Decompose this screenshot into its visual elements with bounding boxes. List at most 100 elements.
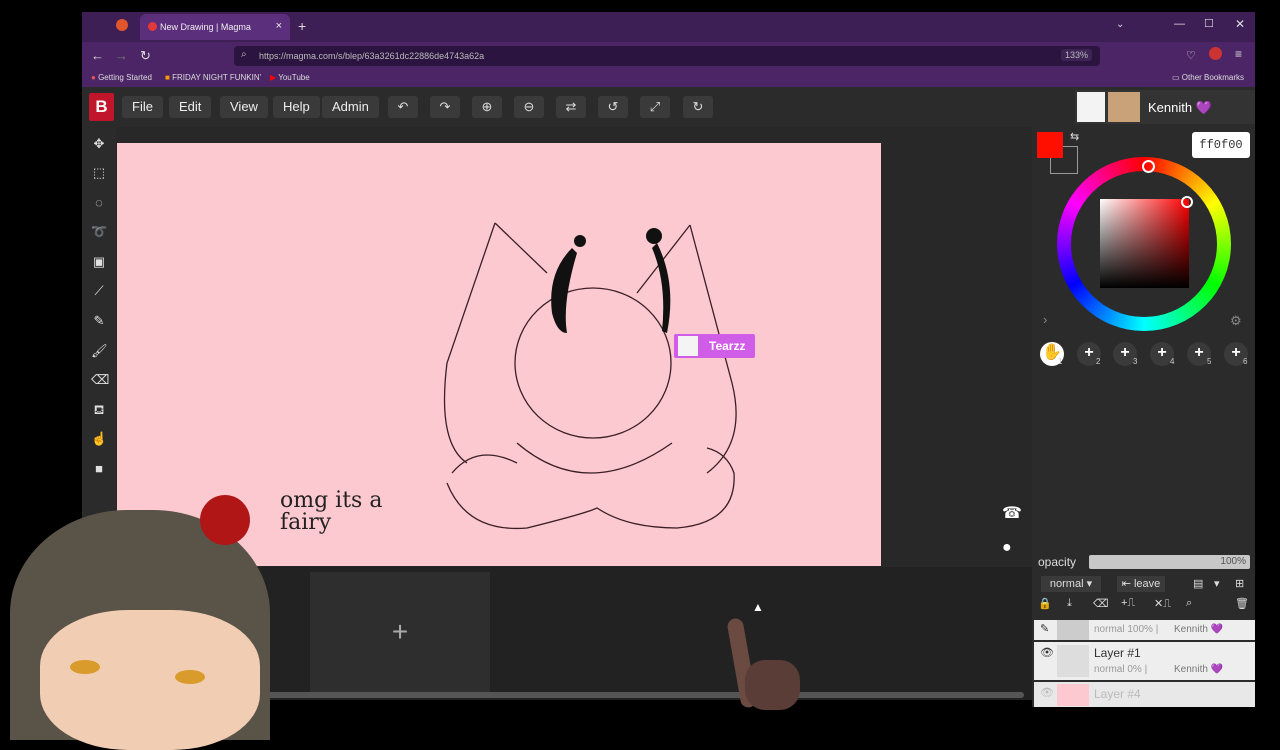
address-bar[interactable]: ⌕ https://magma.com/s/blep/63a3261dc2288… — [234, 46, 1100, 66]
merge-down-icon[interactable]: ⤓ — [1067, 597, 1072, 610]
layer-meta: normal 0% | — [1094, 664, 1148, 675]
fullscreen-icon[interactable]: ⤢ — [640, 96, 670, 118]
add-canvas-button[interactable]: + — [310, 572, 490, 692]
move-tool-icon[interactable]: ✥ — [91, 136, 107, 152]
rotate-reset-icon[interactable]: ↺ — [598, 96, 628, 118]
eye-icon[interactable]: 👁 — [1040, 646, 1054, 659]
menu-file[interactable]: File — [122, 96, 163, 118]
menu-admin[interactable]: Admin — [322, 96, 379, 118]
layer-thumbnail — [1057, 684, 1089, 706]
fnf-icon: ■ — [165, 73, 170, 82]
bookmark-getting-started[interactable]: ● Getting Started — [91, 73, 152, 82]
hand-overlay — [745, 660, 800, 710]
layer-thumbnail — [1057, 620, 1089, 640]
menu-view[interactable]: View — [220, 96, 268, 118]
layer-row[interactable]: 👁 Layer #4 — [1034, 682, 1255, 707]
zoom-badge[interactable]: 133% — [1060, 49, 1092, 61]
rotate-icon[interactable]: ↻ — [683, 96, 713, 118]
eraser-icon[interactable]: ⌫ — [91, 372, 109, 388]
hue-handle[interactable] — [1142, 160, 1155, 173]
layer-row-active[interactable]: ✎ normal 100% | Kennith 💜 — [1034, 620, 1255, 640]
select-rect-icon[interactable]: ⬚ — [91, 165, 107, 181]
layer-row[interactable]: 👁 Layer #1 normal 0% | Kennith 💜 — [1034, 642, 1255, 680]
layer-owner: Kennith 💜 — [1174, 664, 1224, 675]
zoom-out-icon[interactable]: ⊖ — [514, 96, 544, 118]
flip-icon[interactable]: ⇄ — [556, 96, 586, 118]
maximize-icon[interactable]: ☐ — [1204, 17, 1214, 30]
trash-icon[interactable]: 🗑 — [1235, 597, 1249, 610]
pocket-icon[interactable]: ♡ — [1186, 49, 1196, 62]
back-icon[interactable]: ← — [91, 48, 104, 63]
settings-gear-icon[interactable]: ⚙ — [1230, 313, 1242, 329]
close-window-icon[interactable]: ✕ — [1235, 17, 1245, 31]
collaborator-name: Tearzz — [709, 339, 746, 353]
lasso-icon[interactable]: ➰ — [91, 224, 107, 240]
brush-icon[interactable]: 🖌 — [91, 343, 108, 359]
voice-call-icon[interactable]: ☎ — [1002, 503, 1022, 523]
layer-thumbnail — [1057, 645, 1089, 677]
eyedropper-icon[interactable]: ⟋ — [91, 283, 107, 299]
account-icon[interactable] — [1209, 47, 1222, 60]
bookmark-fnf[interactable]: ■ FRIDAY NIGHT FUNKIN' — [165, 73, 261, 82]
expand-chevron-icon[interactable]: › — [1043, 312, 1047, 327]
lock-icon[interactable]: 🔒 — [1038, 597, 1052, 610]
saturation-square[interactable] — [1100, 199, 1189, 288]
search-icon: ⌕ — [241, 49, 247, 60]
color-hex-input[interactable]: ff0f00 — [1192, 132, 1250, 158]
firefox-icon: ● — [91, 73, 96, 82]
blend-mode-select[interactable]: normal ▾ — [1041, 576, 1101, 592]
primary-color-swatch[interactable] — [1037, 132, 1063, 158]
saturation-handle[interactable] — [1181, 196, 1193, 208]
layer-menu-icon[interactable]: ▾ — [1214, 577, 1220, 590]
swap-colors-icon[interactable]: ⇆ — [1070, 130, 1079, 143]
forward-icon[interactable]: → — [115, 48, 128, 63]
layer-meta: normal 100% | — [1094, 624, 1159, 635]
user-name[interactable]: Kennith 💜 — [1148, 100, 1212, 116]
opacity-slider[interactable]: 100% — [1089, 555, 1250, 569]
eye-icon[interactable]: 👁 — [1040, 686, 1054, 699]
collaborator-cursor: Tearzz — [674, 334, 755, 358]
zoom-in-icon[interactable]: ⊕ — [472, 96, 502, 118]
layer-name: Layer #4 — [1094, 687, 1141, 701]
tab-list-chevron-icon[interactable]: ⌄ — [1116, 19, 1124, 30]
pencil-icon: ✎ — [1040, 623, 1050, 635]
transform-icon[interactable]: ▣ — [91, 254, 107, 270]
menu-edit[interactable]: Edit — [169, 96, 212, 118]
opacity-value: 100% — [1220, 556, 1246, 567]
undo-icon[interactable]: ↶ — [388, 96, 418, 118]
menu-help[interactable]: Help — [273, 96, 320, 118]
layer-name: Layer #1 — [1094, 646, 1141, 660]
minimize-icon[interactable]: — — [1174, 18, 1185, 30]
magma-logo[interactable]: B — [89, 93, 114, 121]
add-layer-icon[interactable]: ⊞ — [1235, 577, 1244, 590]
hamburger-menu-icon[interactable]: ≡ — [1235, 47, 1242, 61]
canvas-handwriting: omg its a fairy — [280, 488, 383, 535]
layer-duplicate-icon[interactable]: ▤ — [1193, 577, 1203, 590]
avatar-eye — [70, 660, 100, 674]
avatar-eye — [175, 670, 205, 684]
youtube-icon: ▶ — [270, 73, 277, 82]
url-text: https://magma.com/s/blep/63a3261dc22886d… — [259, 51, 485, 61]
reload-icon[interactable]: ↻ — [140, 48, 151, 64]
brush-number: 5 — [1207, 357, 1212, 366]
avatar-horn — [200, 495, 250, 545]
leave-button[interactable]: ⇤ leave — [1117, 576, 1165, 592]
clear-layer-icon[interactable]: ⌫ — [1093, 597, 1109, 610]
delete-layers-icon[interactable]: ✕⎍ — [1154, 597, 1171, 611]
bookmark-youtube[interactable]: ▶ YouTube — [270, 73, 310, 82]
close-tab-icon[interactable]: × — [276, 20, 282, 32]
pencil-icon[interactable]: ✎ — [91, 313, 107, 329]
new-tab-icon[interactable]: + — [298, 18, 306, 34]
zoom-layer-icon[interactable]: ⌕ — [1186, 597, 1192, 610]
select-ellipse-icon[interactable]: ◌ — [91, 195, 107, 211]
other-bookmarks[interactable]: ▭ Other Bookmarks — [1172, 73, 1244, 82]
drawing-thumbnail[interactable] — [1077, 92, 1105, 122]
browser-tab[interactable]: New Drawing | Magma × — [140, 14, 290, 40]
bucket-icon[interactable]: ⛾ — [91, 402, 107, 418]
new-layer-icon[interactable]: +⎍ — [1121, 597, 1135, 610]
brush-number: 4 — [1170, 357, 1175, 366]
streamer-avatar-overlay — [0, 440, 300, 750]
redo-icon[interactable]: ↷ — [430, 96, 460, 118]
avatar[interactable] — [1108, 92, 1140, 122]
chat-icon[interactable]: ● — [1002, 539, 1012, 557]
